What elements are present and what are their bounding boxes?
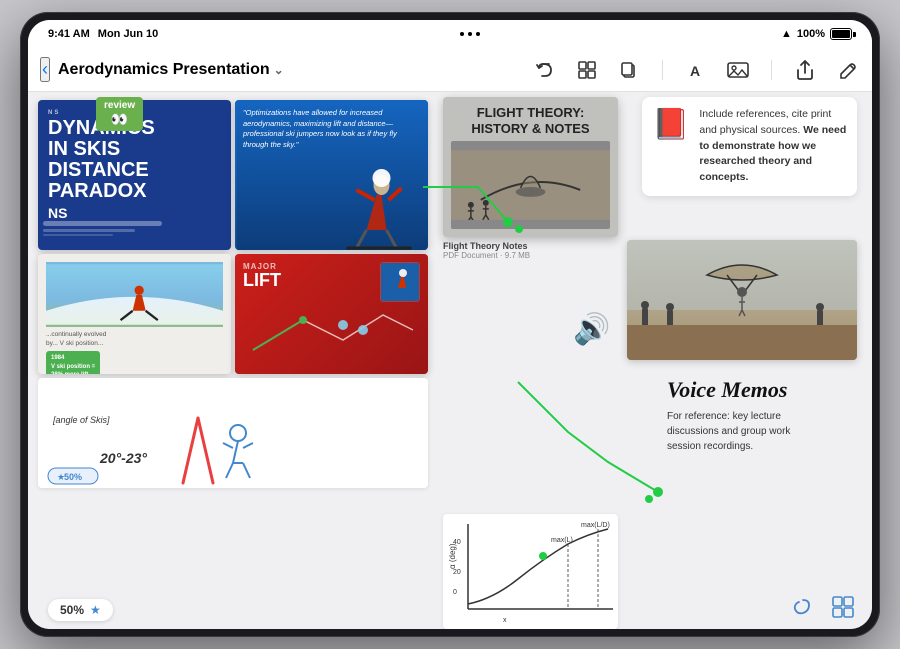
- svg-text:α (deg): α (deg): [448, 543, 457, 569]
- ipad-frame: 9:41 AM Mon Jun 10 ▲ 100% ‹ Aerodynamics…: [20, 12, 880, 637]
- content-area: review 👀 NS DYNAMICSIN SKISDISTANCEPARAD…: [28, 92, 872, 629]
- status-right: ▲ 100%: [781, 28, 852, 40]
- review-sticky[interactable]: review 👀: [96, 97, 143, 131]
- slide-2[interactable]: "Optimizations have allowed for increase…: [235, 100, 428, 250]
- slide-1-title: DYNAMICSIN SKISDISTANCEPARADOXNS: [48, 118, 221, 223]
- svg-text:max(L/D): max(L/D): [581, 522, 610, 529]
- star-icon: ★: [90, 603, 101, 617]
- svg-text:★: ★: [57, 472, 65, 482]
- battery-percent: 100%: [797, 28, 825, 40]
- slide-3-photo: [46, 262, 223, 327]
- edit-button[interactable]: [834, 57, 860, 83]
- date: Mon Jun 10: [98, 28, 159, 40]
- slides-grid: NS DYNAMICSIN SKISDISTANCEPARADOXNS: [38, 100, 428, 488]
- review-emoji: 👀: [104, 111, 135, 128]
- svg-text:A: A: [690, 63, 700, 79]
- zoom-percent: 50%: [60, 603, 84, 617]
- document-title[interactable]: Aerodynamics Presentation ⌄: [58, 61, 284, 79]
- sketch-area: [angle of Skis] 20°-23° 50%: [38, 378, 428, 488]
- bottom-grid-icon[interactable]: [829, 593, 857, 621]
- back-chevron-icon: ‹: [42, 59, 48, 80]
- status-dots: [460, 32, 480, 36]
- graph-area: α (deg) x max(L) max(L/D) 40 20 0: [443, 514, 618, 629]
- book-image: [451, 141, 610, 229]
- review-label: review: [104, 100, 135, 111]
- voice-memos-title: Voice Memos: [667, 377, 857, 403]
- bottom-lasso-icon[interactable]: [789, 593, 817, 621]
- status-bar: 9:41 AM Mon Jun 10 ▲ 100%: [28, 20, 872, 48]
- green-dot-1: [515, 225, 523, 233]
- svg-text:20°-23°: 20°-23°: [99, 450, 147, 466]
- battery-icon: [830, 28, 852, 40]
- time: 9:41 AM: [48, 28, 90, 40]
- ipad-screen: 9:41 AM Mon Jun 10 ▲ 100% ‹ Aerodynamics…: [28, 20, 872, 629]
- book-cover[interactable]: FLIGHT THEORY:HISTORY & NOTES: [443, 97, 618, 237]
- svg-text:max(L): max(L): [551, 537, 573, 544]
- svg-text:50%: 50%: [64, 472, 82, 482]
- slide-3-stat: 1984V ski position =28% more lift: [46, 351, 100, 374]
- copy-button[interactable]: [616, 57, 642, 83]
- book-caption: Flight Theory Notes: [443, 241, 618, 251]
- book-title: FLIGHT THEORY:HISTORY & NOTES: [451, 105, 610, 136]
- share-button[interactable]: [792, 57, 818, 83]
- slide-4-bg: MAJOR LIFT: [235, 254, 428, 374]
- reference-text: Include references, cite print and physi…: [699, 107, 847, 186]
- title-chevron-icon: ⌄: [274, 63, 284, 77]
- voice-memos-section: Voice Memos For reference: key lecture d…: [667, 377, 857, 454]
- status-left: 9:41 AM Mon Jun 10: [48, 28, 158, 40]
- svg-text:0: 0: [453, 589, 457, 596]
- zoom-controls[interactable]: 50% ★: [48, 599, 113, 621]
- reference-card: 📕 Include references, cite print and phy…: [642, 97, 857, 196]
- toolbar: ‹ Aerodynamics Presentation ⌄ A: [28, 48, 872, 92]
- svg-text:20: 20: [453, 569, 461, 576]
- flight-theory-section[interactable]: FLIGHT THEORY:HISTORY & NOTES: [443, 97, 618, 260]
- slide-4-title: LIFT: [243, 271, 281, 289]
- green-dot-2: [645, 495, 653, 503]
- svg-text:[angle of Skis]: [angle of Skis]: [52, 415, 110, 425]
- title-text: Aerodynamics Presentation: [58, 61, 270, 79]
- signal-icon: ▲: [781, 28, 792, 40]
- slide-3[interactable]: ...continually evolvedby... V ski positi…: [38, 254, 231, 374]
- grid-view-button[interactable]: [574, 57, 600, 83]
- slide-4[interactable]: MAJOR LIFT: [235, 254, 428, 374]
- voice-memos-desc: For reference: key lecture discussions a…: [667, 409, 822, 454]
- slide-2-quote: "Optimizations have allowed for increase…: [243, 108, 420, 150]
- media-button[interactable]: [725, 57, 751, 83]
- slide-3-text: ...continually evolvedby... V ski positi…: [46, 330, 223, 348]
- bottom-right-tools: [789, 593, 857, 621]
- svg-text:x: x: [503, 617, 507, 624]
- back-button[interactable]: ‹: [40, 57, 50, 82]
- historical-photo: [627, 240, 857, 360]
- undo-button[interactable]: [532, 57, 558, 83]
- text-button[interactable]: A: [683, 57, 709, 83]
- toolbar-icons: A: [532, 57, 860, 83]
- svg-text:40: 40: [453, 539, 461, 546]
- sound-icon: 🔊: [573, 312, 610, 347]
- book-icon: 📕: [652, 107, 689, 142]
- slide-1-waves: [43, 213, 226, 240]
- book-file-info: PDF Document · 9.7 MB: [443, 251, 618, 260]
- slide-4-chart: [243, 310, 420, 355]
